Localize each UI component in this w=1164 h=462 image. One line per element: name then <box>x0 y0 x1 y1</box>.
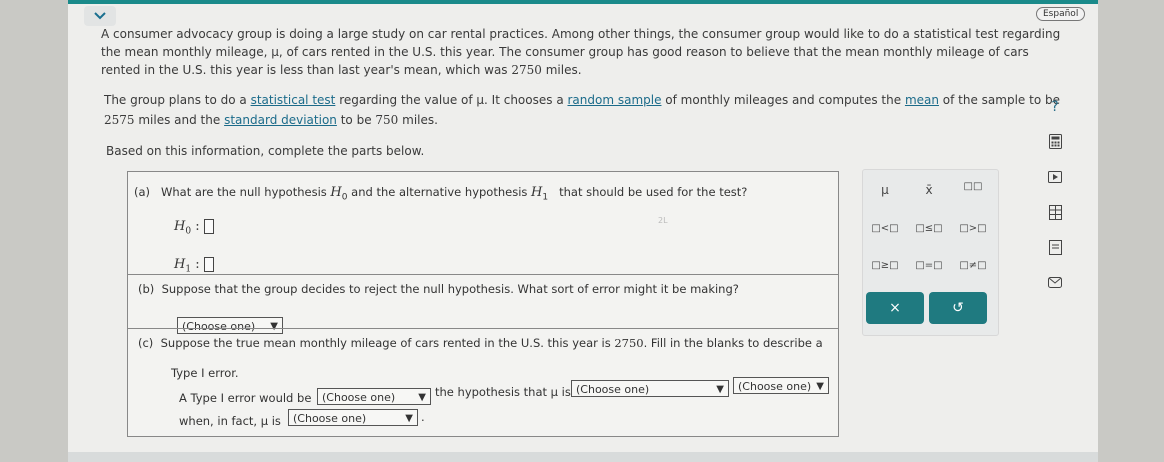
equal-button[interactable]: □=□ <box>911 260 947 271</box>
part-c-select-3[interactable]: (Choose one) ▼ <box>733 377 829 394</box>
undo-button[interactable]: ↺ <box>929 292 987 324</box>
period-text: . <box>421 410 425 424</box>
h0-row: H0 : <box>174 219 214 237</box>
xbar-button[interactable]: x̄ <box>911 183 947 197</box>
video-icon[interactable] <box>1046 170 1064 188</box>
statistical-test-link[interactable]: statistical test <box>251 93 336 107</box>
mean-link[interactable]: mean <box>905 93 939 107</box>
divider-ab <box>128 274 838 275</box>
plan-line-2: 2575 miles and the standard deviation to… <box>104 113 438 127</box>
superscript-button[interactable]: □□ <box>955 181 991 192</box>
calculator-icon[interactable] <box>1046 134 1064 152</box>
part-b-select[interactable]: (Choose one) ▼ <box>177 317 283 334</box>
greater-than-button[interactable]: □>□ <box>955 223 991 234</box>
greater-equal-button[interactable]: □≥□ <box>867 260 903 271</box>
dropdown-arrow-icon: ▼ <box>816 381 824 392</box>
clear-button[interactable]: × <box>866 292 924 324</box>
math-palette: μ x̄ □□ □<□ □≤□ □>□ □≥□ □=□ □≠□ × ↺ <box>862 169 999 336</box>
dropdown-arrow-icon: ▼ <box>270 321 278 332</box>
dropdown-arrow-icon: ▼ <box>418 392 426 403</box>
less-equal-button[interactable]: □≤□ <box>911 223 947 234</box>
part-c-sentence-3: when, in fact, μ is <box>179 414 281 428</box>
part-c-question-line-1: (c) Suppose the true mean monthly mileag… <box>138 336 823 350</box>
part-c-sentence-1: A Type I error would be <box>179 391 312 405</box>
problem-intro: A consumer advocacy group is doing a lar… <box>101 24 1060 81</box>
textbook-icon[interactable] <box>1046 240 1064 258</box>
problem-plan: The group plans to do a statistical test… <box>104 90 1060 131</box>
part-a-question: (a) What are the null hypothesis H0 and … <box>134 185 748 203</box>
part-c-select-1[interactable]: (Choose one) ▼ <box>317 388 431 405</box>
top-accent-bar <box>68 0 1098 4</box>
h1-row: H1 : <box>174 257 214 275</box>
bottom-bar <box>68 452 1098 462</box>
divider-bc <box>128 328 838 329</box>
mail-icon[interactable] <box>1046 275 1064 293</box>
data-table-icon[interactable] <box>1046 205 1064 223</box>
language-button[interactable]: Español <box>1036 7 1086 21</box>
collapse-button[interactable] <box>84 6 116 26</box>
intro-line-3: rented in the U.S. this year is less tha… <box>101 63 582 77</box>
faint-mark: 2L <box>658 216 668 225</box>
answer-box: (a) What are the null hypothesis H0 and … <box>127 171 839 437</box>
dropdown-arrow-icon: ▼ <box>716 384 724 395</box>
instruction-text: Based on this information, complete the … <box>106 144 425 158</box>
part-c-select-2[interactable]: (Choose one) ▼ <box>571 380 729 397</box>
random-sample-link[interactable]: random sample <box>567 93 661 107</box>
part-c-question-line-2: Type I error. <box>171 366 239 380</box>
not-equal-button[interactable]: □≠□ <box>955 260 991 271</box>
plan-line-1: The group plans to do a statistical test… <box>104 93 1060 107</box>
dropdown-arrow-icon: ▼ <box>405 413 413 424</box>
less-than-button[interactable]: □<□ <box>867 223 903 234</box>
h1-input[interactable] <box>203 257 214 272</box>
part-c-sentence-2: the hypothesis that μ is <box>435 385 571 399</box>
h0-input[interactable] <box>203 219 214 234</box>
mu-button[interactable]: μ <box>867 183 903 197</box>
part-c-select-4[interactable]: (Choose one) ▼ <box>288 409 418 426</box>
help-icon[interactable]: ? <box>1046 98 1064 116</box>
standard-deviation-link[interactable]: standard deviation <box>224 113 337 127</box>
part-b-question: (b) Suppose that the group decides to re… <box>138 282 739 296</box>
chevron-down-icon <box>94 12 106 20</box>
